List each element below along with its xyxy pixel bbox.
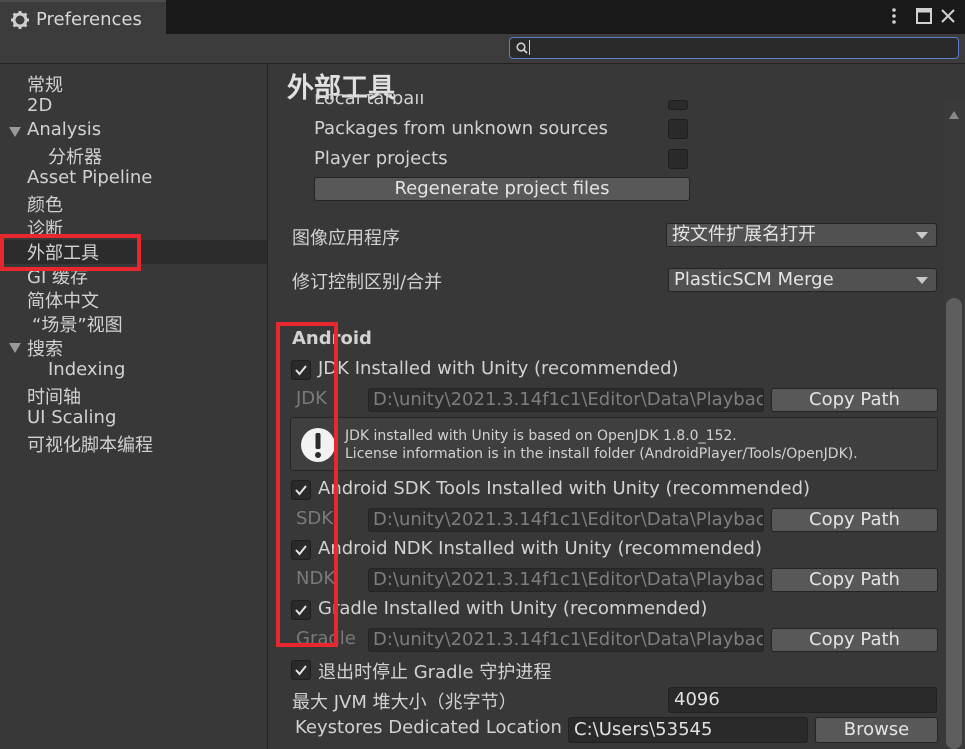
- gradle-path-field: D:\unity\2021.3.14f1c1\Editor\Data\Playb…: [368, 628, 764, 652]
- image-app-value: 按文件扩展名打开: [672, 224, 816, 245]
- jdk-copy-path-button[interactable]: Copy Path: [771, 388, 938, 412]
- search-input[interactable]: [509, 37, 959, 59]
- sidebar-item-general[interactable]: 常规: [0, 72, 267, 96]
- player-projects-label: Player projects: [314, 148, 448, 169]
- sdk-copy-path-button[interactable]: Copy Path: [771, 508, 938, 532]
- search-icon: [516, 42, 528, 54]
- sidebar-item-timeline[interactable]: 时间轴: [0, 384, 267, 408]
- jdk-path-field: D:\unity\2021.3.14f1c1\Editor\Data\Playb…: [368, 388, 764, 412]
- clipped-row-label: Local tarball: [314, 94, 425, 106]
- close-icon[interactable]: [938, 6, 958, 26]
- gradle-checkbox-label: Gradle Installed with Unity (recommended…: [318, 598, 708, 619]
- image-app-dropdown[interactable]: 按文件扩展名打开: [666, 223, 937, 247]
- sidebar-item-2d[interactable]: 2D: [0, 95, 267, 120]
- sidebar-item-search[interactable]: 搜索: [0, 336, 267, 360]
- image-app-label: 图像应用程序: [292, 228, 400, 249]
- revision-control-value: PlasticSCM Merge: [674, 269, 834, 290]
- sidebar-item-profiler[interactable]: 分析器: [0, 144, 267, 168]
- sdk-path-field: D:\unity\2021.3.14f1c1\Editor\Data\Playb…: [368, 508, 764, 532]
- sidebar: 常规 2D Analysis 分析器 Asset Pipeline 颜色 诊断 …: [0, 64, 268, 749]
- more-vertical-icon[interactable]: [884, 6, 904, 26]
- sdk-checkbox-label: Android SDK Tools Installed with Unity (…: [318, 478, 811, 499]
- help-line-1: JDK installed with Unity is based on Ope…: [345, 428, 737, 444]
- chevron-down-icon: [916, 277, 928, 284]
- jdk-checkbox-label: JDK Installed with Unity (recommended): [318, 358, 679, 379]
- jvm-heap-label: 最大 JVM 堆大小（兆字节）: [292, 692, 517, 713]
- chevron-down-icon: [916, 232, 928, 239]
- regenerate-project-files-button[interactable]: Regenerate project files: [314, 177, 690, 201]
- packages-unknown-checkbox[interactable]: [668, 119, 688, 139]
- sidebar-item-ui-scaling[interactable]: UI Scaling: [0, 407, 267, 432]
- gear-icon: [11, 11, 29, 29]
- scroll-up-arrow-icon[interactable]: [948, 110, 960, 120]
- player-projects-checkbox[interactable]: [668, 149, 688, 169]
- sidebar-item-analysis[interactable]: Analysis: [0, 119, 267, 144]
- stop-gradle-checkbox[interactable]: [291, 660, 311, 680]
- help-line-2: License information is in the install fo…: [345, 446, 858, 462]
- ndk-checkbox-label: Android NDK Installed with Unity (recomm…: [318, 538, 763, 559]
- sidebar-item-indexing[interactable]: Indexing: [0, 359, 267, 384]
- sidebar-item-simplified-chinese[interactable]: 简体中文: [0, 288, 267, 312]
- expand-triangle-icon[interactable]: [9, 127, 21, 137]
- ndk-copy-path-button[interactable]: Copy Path: [771, 568, 938, 592]
- clipped-checkbox[interactable]: [668, 100, 688, 110]
- ndk-path-field: D:\unity\2021.3.14f1c1\Editor\Data\Playb…: [368, 568, 764, 592]
- revision-control-dropdown[interactable]: PlasticSCM Merge: [668, 268, 937, 292]
- highlight-box-android: [276, 322, 338, 647]
- sidebar-item-scene-view[interactable]: “场景”视图: [0, 312, 267, 336]
- sidebar-item-asset-pipeline[interactable]: Asset Pipeline: [0, 167, 267, 192]
- checkmark-icon: [295, 665, 307, 676]
- revision-control-label: 修订控制区别/合并: [292, 272, 443, 293]
- stop-gradle-label: 退出时停止 Gradle 守护进程: [318, 662, 552, 683]
- sidebar-item-colors[interactable]: 颜色: [0, 192, 267, 216]
- text-cursor: [529, 40, 530, 55]
- scrollbar-thumb[interactable]: [946, 298, 962, 749]
- expand-triangle-icon[interactable]: [9, 343, 21, 353]
- keystore-label: Keystores Dedicated Location: [295, 717, 562, 738]
- jvm-heap-input[interactable]: 4096: [668, 687, 937, 713]
- tab-title: Preferences: [36, 9, 142, 30]
- gradle-copy-path-button[interactable]: Copy Path: [771, 628, 938, 652]
- jdk-info-helpbox: JDK installed with Unity is based on Ope…: [290, 417, 938, 471]
- keystore-path-input[interactable]: C:\Users\53545: [568, 717, 808, 743]
- preferences-tab[interactable]: Preferences: [0, 0, 166, 38]
- highlight-box-sidebar: [0, 234, 141, 271]
- maximize-icon[interactable]: [914, 6, 934, 26]
- browse-button[interactable]: Browse: [815, 717, 938, 743]
- packages-unknown-label: Packages from unknown sources: [314, 118, 608, 139]
- sidebar-item-visual-scripting[interactable]: 可视化脚本编程: [0, 432, 267, 456]
